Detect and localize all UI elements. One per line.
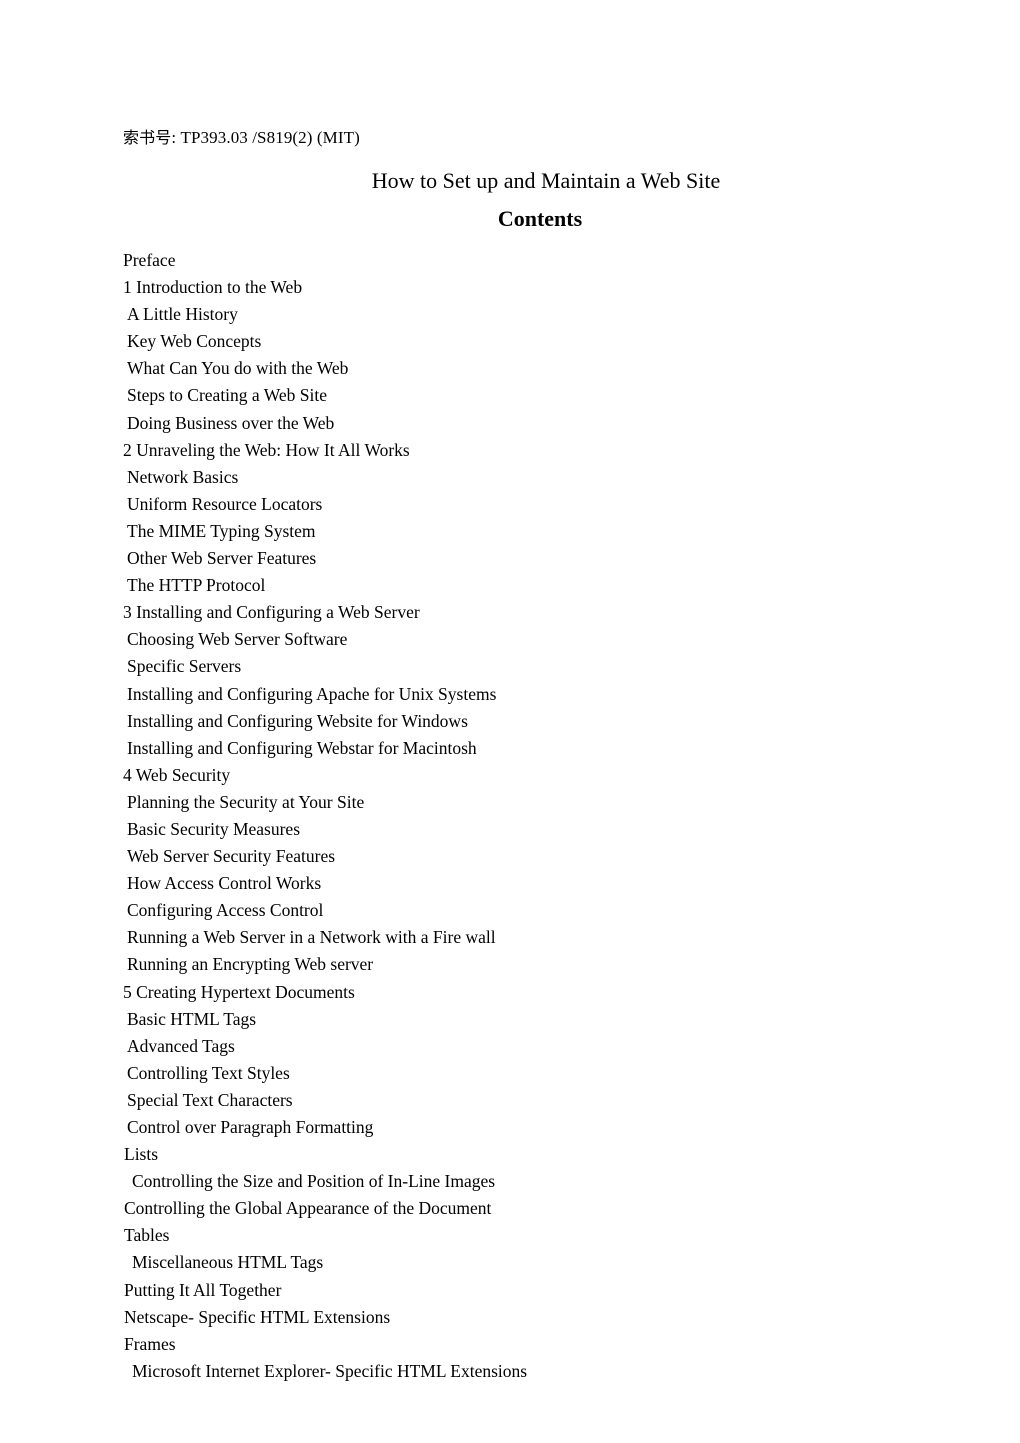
toc-entry: Installing and Configuring Webstar for M… — [127, 737, 477, 758]
toc-entry: Controlling the Global Appearance of the… — [124, 1198, 492, 1219]
toc-entry: Tables — [124, 1225, 170, 1246]
call-number-label: 索书号 — [123, 128, 172, 147]
toc-entry: Choosing Web Server Software — [127, 629, 348, 650]
toc-entry: Special Text Characters — [127, 1089, 293, 1110]
toc-entry: Network Basics — [127, 466, 239, 487]
toc-entry: Web Server Security Features — [127, 846, 336, 867]
toc-entry: Putting It All Together — [124, 1279, 282, 1300]
toc-entry: Preface — [123, 250, 176, 270]
toc-entry: The HTTP Protocol — [127, 575, 266, 596]
toc-entry: Lists — [124, 1144, 159, 1165]
toc-entry: 3 Installing and Configuring a Web Serve… — [123, 602, 420, 623]
toc-entry: Running a Web Server in a Network with a… — [127, 927, 496, 948]
toc-entry: Basic Security Measures — [127, 818, 301, 839]
call-number-line: 索书号: TP393.03 /S819(2) (MIT) — [123, 127, 360, 148]
toc-entry: Planning the Security at Your Site — [127, 791, 365, 812]
table-of-contents: Preface 1 Introduction to the Web A Little… — [123, 247, 903, 1385]
toc-entry: The MIME Typing System — [127, 520, 316, 541]
toc-entry: 4 Web Security — [123, 764, 231, 785]
book-title-text: How to Set up and Maintain a Web Site — [371, 168, 721, 193]
toc-entry: Miscellaneous HTML Tags — [132, 1252, 324, 1273]
book-title: How to Set up and Maintain a Web Site — [0, 167, 1020, 195]
toc-entry: Steps to Creating a Web Site — [127, 385, 327, 406]
toc-entry: Installing and Configuring Apache for Un… — [127, 683, 497, 704]
toc-entry: Running an Encrypting Web server — [127, 954, 374, 975]
toc-entry: Installing and Configuring Website for W… — [127, 710, 468, 731]
contents-heading: Contents — [0, 205, 1020, 233]
toc-entry: Doing Business over the Web — [127, 412, 335, 433]
call-number-separator: : — [171, 128, 181, 147]
toc-entry: Controlling the Size and Position of In-… — [132, 1171, 496, 1192]
toc-entry: Configuring Access Control — [127, 900, 324, 921]
contents-heading-text: Contents — [497, 206, 583, 231]
toc-entry: Uniform Resource Locators — [127, 493, 323, 514]
toc-entry: What Can You do with the Web — [127, 358, 349, 379]
toc-entry: Specific Servers — [127, 656, 242, 677]
toc-entry: 2 Unraveling the Web: How It All Works — [123, 439, 410, 460]
toc-entry: Frames — [124, 1333, 176, 1354]
document-page: 索书号: TP393.03 /S819(2) (MIT) How to Set … — [0, 0, 1020, 1443]
call-number-value: TP393.03 /S819(2) (MIT) — [180, 128, 360, 147]
toc-entry: Microsoft Internet Explorer- Specific HT… — [132, 1360, 528, 1381]
toc-entry: Netscape- Specific HTML Extensions — [124, 1306, 391, 1327]
toc-entry: Other Web Server Features — [127, 548, 317, 569]
toc-entry: A Little History — [127, 304, 238, 325]
toc-entry: Controlling Text Styles — [127, 1062, 290, 1083]
toc-entry: 5 Creating Hypertext Documents — [123, 981, 355, 1002]
toc-entry: Control over Paragraph Formatting — [127, 1117, 374, 1137]
toc-entry: Key Web Concepts — [127, 331, 262, 352]
toc-entry: Basic HTML Tags — [127, 1008, 257, 1029]
toc-entry: 1 Introduction to the Web — [123, 277, 303, 298]
toc-entry: Advanced Tags — [127, 1035, 235, 1056]
toc-entry: How Access Control Works — [127, 873, 322, 894]
